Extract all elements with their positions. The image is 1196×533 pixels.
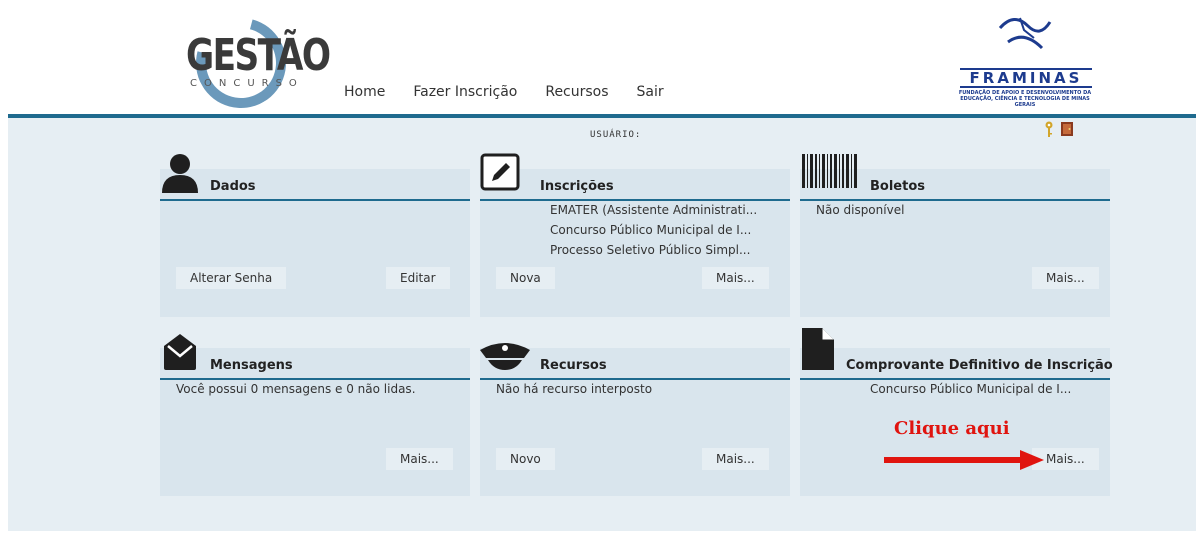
card-dados: Dados Alterar Senha Editar <box>160 169 470 317</box>
inscricao-item[interactable]: Concurso Público Municipal de I... <box>550 223 751 237</box>
mais-mensagens-button[interactable]: Mais... <box>386 448 453 470</box>
logout-door-icon[interactable] <box>1060 121 1074 137</box>
barcode-icon <box>802 154 857 188</box>
nav-sair[interactable]: Sair <box>637 84 664 100</box>
inscricao-item[interactable]: EMATER (Assistente Administrati... <box>550 203 757 217</box>
usuario-label: USUÁRIO: <box>590 130 642 140</box>
card-header <box>160 348 470 380</box>
alterar-senha-button[interactable]: Alterar Senha <box>176 267 287 289</box>
nav-recursos[interactable]: Recursos <box>545 84 608 100</box>
mensagens-status: Você possui 0 mensagens e 0 não lidas. <box>176 382 416 396</box>
framinas-logo: FRAMINAS FUNDAÇÃO DE APOIO E DESENVOLVIM… <box>956 8 1094 112</box>
mais-recursos-button[interactable]: Mais... <box>702 448 769 470</box>
user-icon <box>162 154 198 193</box>
mais-inscricoes-button[interactable]: Mais... <box>702 267 769 289</box>
card-title: Inscrições <box>540 179 614 194</box>
red-arrow-icon <box>884 450 1044 470</box>
card-inscricoes: Inscrições EMATER (Assistente Administra… <box>480 169 790 317</box>
recursos-status: Não há recurso interposto <box>496 382 653 396</box>
mais-boletos-button[interactable]: Mais... <box>1032 267 1099 289</box>
card-title: Boletos <box>870 179 925 194</box>
boletos-status: Não disponível <box>816 203 905 217</box>
key-icon[interactable] <box>1044 121 1054 137</box>
bird-icon <box>998 17 1052 50</box>
card-header <box>160 169 470 201</box>
card-header <box>480 169 790 201</box>
inscricao-item[interactable]: Processo Seletivo Público Simpl... <box>550 243 750 257</box>
nav-home[interactable]: Home <box>344 84 385 100</box>
framinas-description: FUNDAÇÃO DE APOIO E DESENVOLVIMENTO DA E… <box>958 90 1092 108</box>
framinas-name: FRAMINAS <box>960 68 1092 88</box>
document-icon <box>802 328 834 370</box>
logo-sub-text: CONCURSO <box>190 78 304 89</box>
envelope-icon <box>164 334 196 370</box>
nav-fazer-inscricao[interactable]: Fazer Inscrição <box>413 84 517 100</box>
editar-button[interactable]: Editar <box>386 267 450 289</box>
header: GESTÃO CONCURSO Home Fazer Inscrição Rec… <box>0 0 1196 125</box>
card-title: Mensagens <box>210 358 293 373</box>
main-nav: Home Fazer Inscrição Recursos Sair <box>344 84 664 100</box>
card-mensagens: Mensagens Você possui 0 mensagens e 0 nã… <box>160 348 470 496</box>
police-cap-icon <box>480 343 530 370</box>
card-title: Comprovante Definitivo de Inscrição <box>846 358 1113 373</box>
card-boletos: Boletos Não disponível Mais... <box>800 169 1110 317</box>
card-title: Recursos <box>540 358 607 373</box>
clique-aqui-annotation: Clique aqui <box>894 418 1010 439</box>
nova-inscricao-button[interactable]: Nova <box>496 267 555 289</box>
user-actions <box>1044 121 1074 137</box>
novo-recurso-button[interactable]: Novo <box>496 448 555 470</box>
comprovante-item[interactable]: Concurso Público Municipal de I... <box>870 382 1071 396</box>
gestao-concurso-logo[interactable]: GESTÃO CONCURSO <box>179 1 331 125</box>
logo-main-text: GESTÃO <box>186 30 331 81</box>
edit-icon <box>480 153 520 191</box>
card-title: Dados <box>210 179 256 194</box>
